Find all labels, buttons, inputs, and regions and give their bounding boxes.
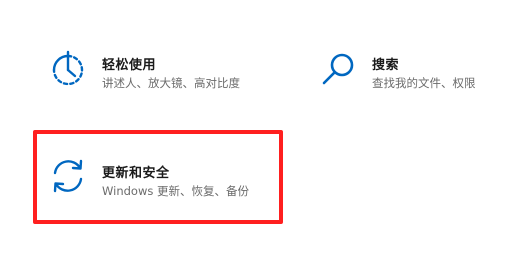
sync-icon bbox=[48, 156, 88, 196]
settings-page: 轻松使用 讲述人、放大镜、高对比度 搜索 查找我的文件、权限 更新和安全 Win… bbox=[0, 0, 531, 259]
truncated-edge-text bbox=[0, 70, 3, 84]
tile-search-description: 查找我的文件、权限 bbox=[372, 76, 476, 90]
tile-search[interactable]: 搜索 查找我的文件、权限 bbox=[318, 48, 518, 102]
ease-of-access-timer-icon bbox=[48, 50, 88, 90]
search-icon bbox=[318, 50, 358, 90]
tile-ease-of-access-title: 轻松使用 bbox=[102, 58, 157, 73]
tile-ease-of-access[interactable]: 轻松使用 讲述人、放大镜、高对比度 bbox=[48, 48, 288, 102]
tile-ease-of-access-description: 讲述人、放大镜、高对比度 bbox=[102, 76, 240, 90]
tile-update-and-security[interactable]: 更新和安全 Windows 更新、恢复、备份 bbox=[48, 150, 278, 212]
tile-update-and-security-title: 更新和安全 bbox=[102, 166, 170, 181]
tile-search-title: 搜索 bbox=[372, 58, 400, 73]
tile-update-and-security-description: Windows 更新、恢复、备份 bbox=[102, 184, 249, 198]
